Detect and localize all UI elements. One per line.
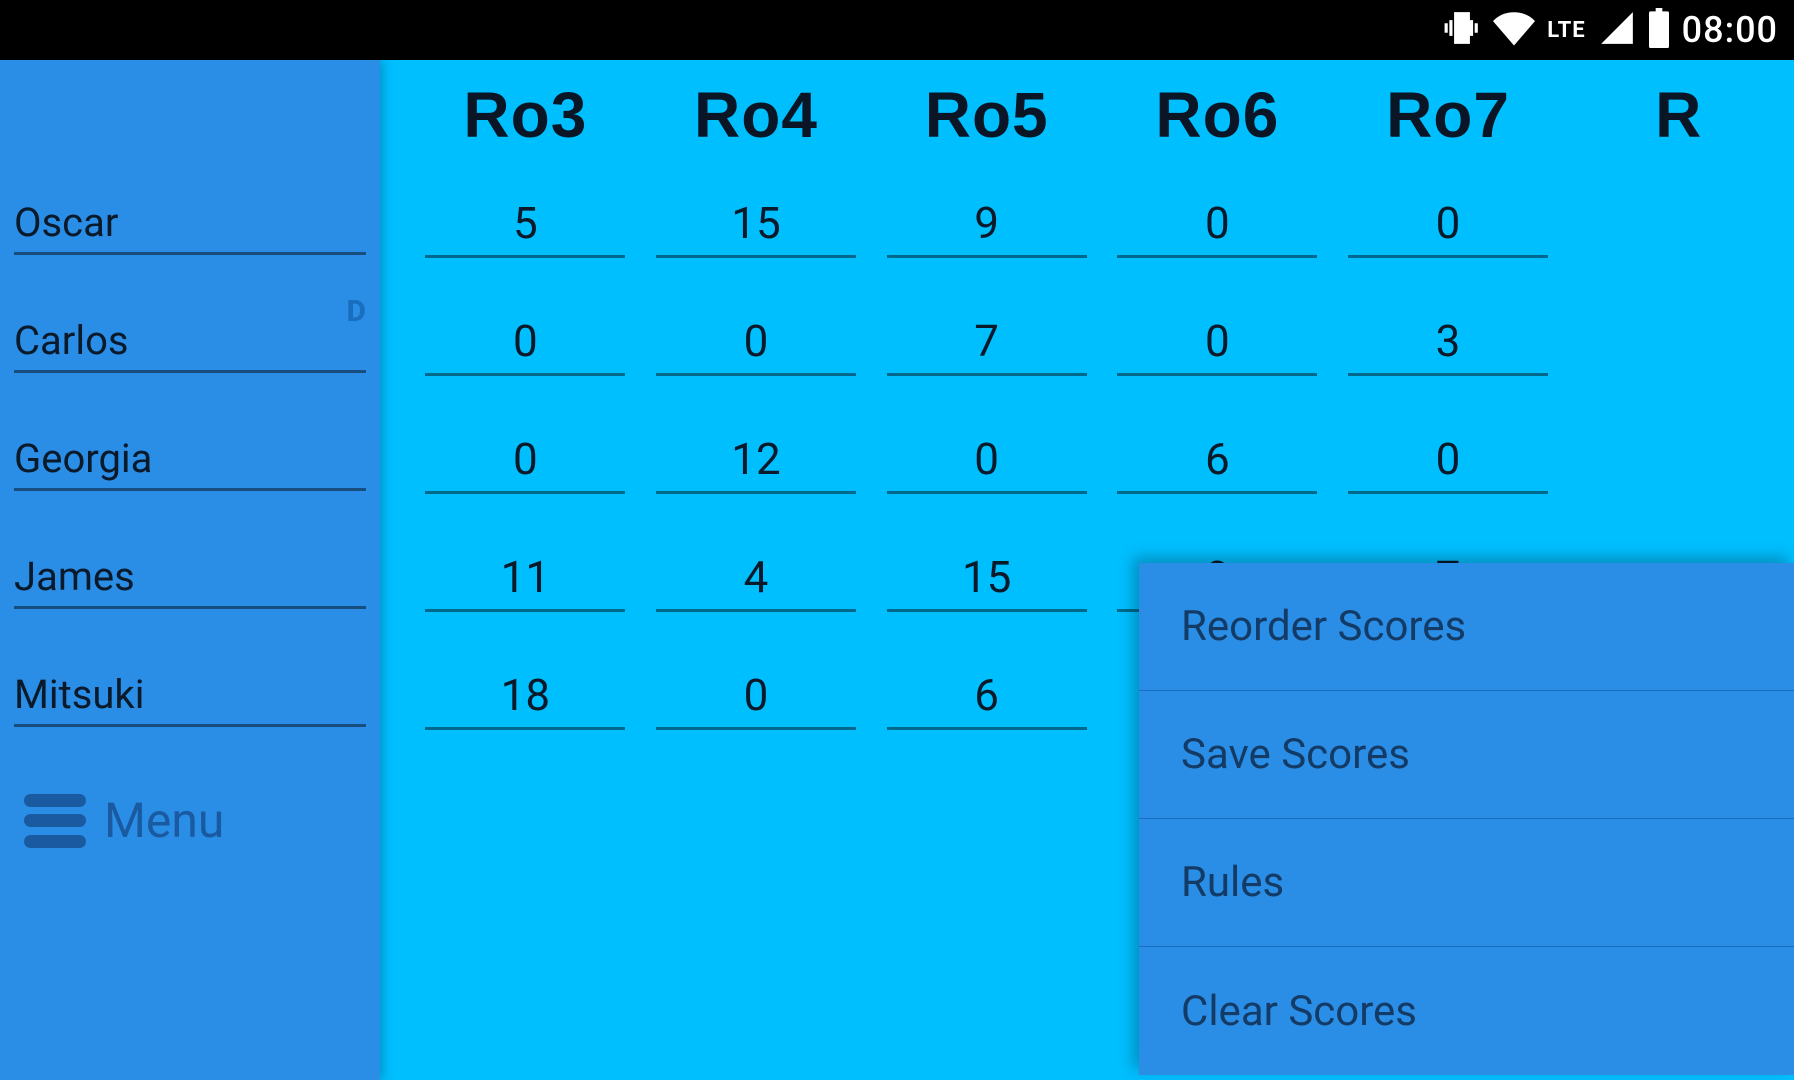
score-value: 0 xyxy=(656,669,856,730)
score-cell[interactable] xyxy=(1563,223,1794,232)
score-cell[interactable]: 0 xyxy=(641,315,872,376)
score-cell[interactable] xyxy=(1563,459,1794,468)
score-cell[interactable]: 6 xyxy=(871,669,1102,730)
score-value: 6 xyxy=(887,669,1087,730)
sidebar-header xyxy=(0,60,380,168)
status-bar: LTE 08:00 xyxy=(0,0,1794,60)
player-name: James xyxy=(14,553,366,609)
score-value: 6 xyxy=(1117,433,1317,494)
score-cell[interactable] xyxy=(1563,341,1794,350)
score-cell[interactable]: 5 xyxy=(410,197,641,258)
menu-button[interactable]: Menu xyxy=(0,758,380,883)
sidebar: Oscar CarlosD Georgia James Mitsuki Menu xyxy=(0,60,380,1080)
player-name: Georgia xyxy=(14,435,366,491)
score-cell[interactable]: 4 xyxy=(641,551,872,612)
score-value: 0 xyxy=(656,315,856,376)
score-cell[interactable]: 9 xyxy=(871,197,1102,258)
context-menu: Reorder ScoresSave ScoresRulesClear Scor… xyxy=(1139,563,1794,1075)
score-row: 00703 xyxy=(410,286,1794,404)
vibrate-icon xyxy=(1443,9,1481,51)
score-value: 15 xyxy=(656,197,856,258)
score-row: 012060 xyxy=(410,404,1794,522)
score-value: 0 xyxy=(1348,433,1548,494)
score-cell[interactable]: 18 xyxy=(410,669,641,730)
score-value: 0 xyxy=(1348,197,1548,258)
score-cell[interactable]: 12 xyxy=(641,433,872,494)
column-header: Ro6 xyxy=(1102,78,1333,152)
wifi-icon xyxy=(1493,7,1535,53)
score-cell[interactable]: 0 xyxy=(871,433,1102,494)
player-row[interactable]: Mitsuki xyxy=(0,640,380,758)
battery-icon xyxy=(1648,8,1670,52)
player-row[interactable]: Georgia xyxy=(0,404,380,522)
menu-item[interactable]: Clear Scores xyxy=(1139,947,1794,1075)
score-row: 515900 xyxy=(410,168,1794,286)
score-value: 0 xyxy=(425,315,625,376)
player-name: Oscar xyxy=(14,199,366,255)
score-cell[interactable]: 7 xyxy=(871,315,1102,376)
column-header: Ro3 xyxy=(410,78,641,152)
player-row[interactable]: James xyxy=(0,522,380,640)
score-cell[interactable]: 0 xyxy=(1333,433,1564,494)
score-value: 11 xyxy=(425,551,625,612)
player-row[interactable]: Oscar xyxy=(0,168,380,286)
score-cell[interactable]: 15 xyxy=(641,197,872,258)
column-header: Ro7 xyxy=(1333,78,1564,152)
score-value: 18 xyxy=(425,669,625,730)
lte-label: LTE xyxy=(1547,18,1585,43)
score-value: 15 xyxy=(887,551,1087,612)
score-value: 0 xyxy=(1117,197,1317,258)
player-name: Carlos xyxy=(14,317,366,373)
score-cell[interactable]: 0 xyxy=(410,433,641,494)
score-cell[interactable]: 3 xyxy=(1333,315,1564,376)
score-cell[interactable]: 0 xyxy=(1102,197,1333,258)
menu-item[interactable]: Save Scores xyxy=(1139,691,1794,819)
score-value: 5 xyxy=(425,197,625,258)
score-cell[interactable]: 0 xyxy=(1333,197,1564,258)
score-cell[interactable]: 11 xyxy=(410,551,641,612)
score-value: 0 xyxy=(425,433,625,494)
status-time: 08:00 xyxy=(1682,9,1778,51)
score-cell[interactable]: 0 xyxy=(410,315,641,376)
score-value: 12 xyxy=(656,433,856,494)
player-row[interactable]: CarlosD xyxy=(0,286,380,404)
column-headers: Ro3Ro4Ro5Ro6Ro7R xyxy=(410,78,1794,168)
menu-item[interactable]: Rules xyxy=(1139,819,1794,947)
score-value: 9 xyxy=(887,197,1087,258)
column-header: Ro5 xyxy=(871,78,1102,152)
score-value: 3 xyxy=(1348,315,1548,376)
hamburger-icon xyxy=(24,794,86,848)
menu-item[interactable]: Reorder Scores xyxy=(1139,563,1794,691)
score-value: 0 xyxy=(887,433,1087,494)
column-header: R xyxy=(1563,78,1794,152)
score-value: 4 xyxy=(656,551,856,612)
score-value: 0 xyxy=(1117,315,1317,376)
signal-icon xyxy=(1598,9,1636,51)
column-header: Ro4 xyxy=(641,78,872,152)
dealer-badge: D xyxy=(347,294,366,329)
score-cell[interactable]: 15 xyxy=(871,551,1102,612)
score-cell[interactable]: 0 xyxy=(641,669,872,730)
score-cell[interactable]: 0 xyxy=(1102,315,1333,376)
player-name: Mitsuki xyxy=(14,671,366,727)
score-cell[interactable]: 6 xyxy=(1102,433,1333,494)
menu-label: Menu xyxy=(104,792,224,849)
score-value: 7 xyxy=(887,315,1087,376)
